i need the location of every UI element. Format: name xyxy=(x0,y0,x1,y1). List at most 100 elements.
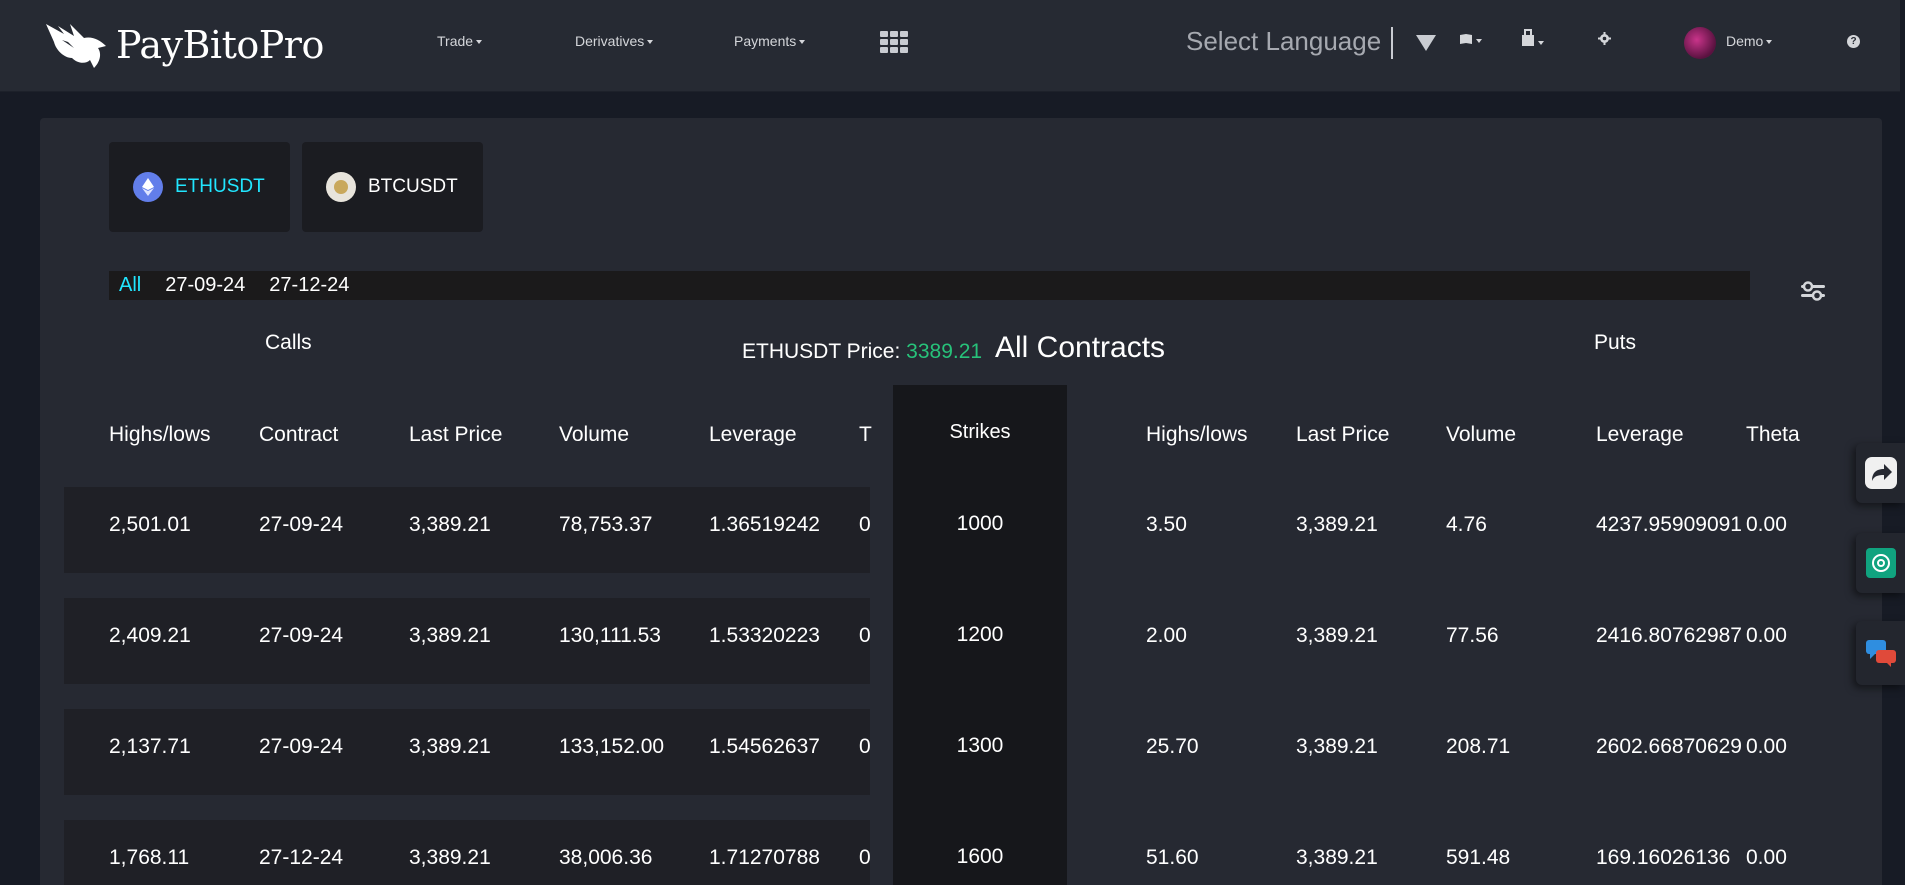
nav-trade[interactable]: Trade xyxy=(437,33,483,49)
settings-button[interactable] xyxy=(1598,32,1611,49)
call-last-price: 3,389.21 xyxy=(409,735,491,758)
put-highs-lows: 3.50 xyxy=(1146,513,1187,536)
chatgpt-icon xyxy=(1865,548,1896,578)
book-icon xyxy=(1460,34,1472,44)
call-last-price: 3,389.21 xyxy=(409,513,491,536)
call-contract: 27-12-24 xyxy=(259,846,344,869)
chevron-down-icon xyxy=(647,40,654,45)
call-contract: 27-09-24 xyxy=(259,624,344,647)
expiry-tab-27-09-24[interactable]: 27-09-24 xyxy=(165,274,245,297)
put-theta: 0.00 xyxy=(1746,624,1787,647)
put-highs-lows: 51.60 xyxy=(1146,846,1199,869)
put-theta: 0.00 xyxy=(1746,513,1787,536)
pair-label: BTCUSDT xyxy=(368,176,458,197)
puts-header-theta: Theta xyxy=(1746,423,1800,446)
call-highs-lows: 1,768.11 xyxy=(109,846,190,869)
puts-header-highs-lows: Highs/lows xyxy=(1146,423,1248,446)
put-last-price: 3,389.21 xyxy=(1296,624,1378,647)
chevron-down-icon xyxy=(799,40,806,45)
ethereum-icon xyxy=(133,172,163,202)
wallet-menu[interactable] xyxy=(1521,29,1544,51)
call-volume: 130,111.53 xyxy=(559,624,661,647)
call-volume: 78,753.37 xyxy=(559,513,653,536)
pair-tab-ethusdt[interactable]: ETHUSDT xyxy=(109,142,290,232)
calls-header-volume: Volume xyxy=(559,423,630,446)
chevron-down-icon xyxy=(1766,40,1773,45)
call-last-price: 3,389.21 xyxy=(409,624,491,647)
call-leverage: 1.53320223 xyxy=(709,624,820,647)
call-volume: 38,006.36 xyxy=(559,846,653,869)
puts-title: Puts xyxy=(1594,331,1637,354)
expiry-tab-27-12-24[interactable]: 27-12-24 xyxy=(269,274,349,297)
nav-payments[interactable]: Payments xyxy=(734,33,806,49)
call-highs-lows: 2,409.21 xyxy=(109,624,191,647)
price-value: 3389.21 xyxy=(906,340,983,363)
put-last-price: 3,389.21 xyxy=(1296,846,1378,869)
sliders-icon[interactable] xyxy=(1800,280,1826,302)
calls-header-leverage: Leverage xyxy=(709,423,797,446)
strike-value[interactable]: 1300 xyxy=(893,734,1067,758)
puts-header-volume: Volume xyxy=(1446,423,1517,446)
chatgpt-button[interactable] xyxy=(1856,533,1905,593)
pair-tab-btcusdt[interactable]: BTCUSDT xyxy=(302,142,483,232)
language-selector[interactable]: Select Language xyxy=(1186,26,1381,57)
chat-bubbles-icon xyxy=(1865,640,1896,667)
put-volume: 591.48 xyxy=(1446,846,1511,869)
puts-header-last-price: Last Price xyxy=(1296,423,1390,446)
strikes-header: Strikes xyxy=(949,421,1011,443)
brand-name: PayBitoPro xyxy=(116,23,324,67)
chevron-down-icon xyxy=(476,40,483,45)
calls-header-highs-lows: Highs/lows xyxy=(109,423,211,446)
calls-header-contract: Contract xyxy=(259,423,339,446)
call-theta: 0 xyxy=(859,846,871,869)
share-icon xyxy=(1864,457,1897,489)
eagle-logo-icon xyxy=(46,24,106,68)
call-last-price: 3,389.21 xyxy=(409,846,491,869)
share-button[interactable] xyxy=(1856,443,1905,503)
call-leverage: 1.71270788 xyxy=(709,846,820,869)
avatar[interactable] xyxy=(1684,27,1716,59)
user-menu[interactable]: Demo xyxy=(1726,33,1773,49)
put-highs-lows: 2.00 xyxy=(1146,624,1187,647)
calls-header-theta: T xyxy=(859,423,872,446)
call-theta: 0 xyxy=(859,513,871,536)
bag-icon xyxy=(1522,29,1534,46)
calls-header-last-price: Last Price xyxy=(409,423,503,446)
put-leverage: 4237.95909091 xyxy=(1596,513,1742,536)
help-icon[interactable]: ? xyxy=(1847,35,1860,48)
nav-derivatives[interactable]: Derivatives xyxy=(575,33,654,49)
put-leverage: 169.16026136 xyxy=(1596,846,1731,869)
bitcoin-icon xyxy=(326,172,356,202)
brand-logo[interactable]: PayBitoPro xyxy=(44,18,324,72)
dropdown-triangle-icon[interactable] xyxy=(1416,35,1436,51)
call-theta: 0 xyxy=(859,624,871,647)
call-contract: 27-09-24 xyxy=(259,735,344,758)
call-volume: 133,152.00 xyxy=(559,735,665,758)
apps-grid-icon[interactable] xyxy=(880,31,908,53)
expiry-tab-all[interactable]: All xyxy=(119,274,141,297)
call-leverage: 1.54562637 xyxy=(709,735,820,758)
chat-button[interactable] xyxy=(1856,621,1905,685)
book-menu[interactable] xyxy=(1459,32,1482,49)
top-header: PayBitoPro Trade Derivatives Payments Se… xyxy=(0,0,1900,92)
gear-icon xyxy=(1598,32,1611,45)
strike-value[interactable]: 1000 xyxy=(893,512,1067,536)
put-leverage: 2416.80762987 xyxy=(1596,624,1742,647)
put-theta: 0.00 xyxy=(1746,846,1787,869)
put-volume: 77.56 xyxy=(1446,624,1499,647)
put-last-price: 3,389.21 xyxy=(1296,735,1378,758)
call-highs-lows: 2,501.01 xyxy=(109,513,191,536)
strikes-column: Strikes 1000 1200 1300 1600 xyxy=(893,385,1067,885)
put-volume: 208.71 xyxy=(1446,735,1511,758)
call-highs-lows: 2,137.71 xyxy=(109,735,191,758)
put-last-price: 3,389.21 xyxy=(1296,513,1378,536)
call-theta: 0 xyxy=(859,735,871,758)
put-volume: 4.76 xyxy=(1446,513,1487,536)
chevron-down-icon xyxy=(1538,41,1544,46)
call-leverage: 1.36519242 xyxy=(709,513,820,536)
strike-value[interactable]: 1600 xyxy=(893,845,1067,869)
divider xyxy=(1391,27,1393,59)
chevron-down-icon xyxy=(1476,39,1482,44)
put-highs-lows: 25.70 xyxy=(1146,735,1199,758)
strike-value[interactable]: 1200 xyxy=(893,623,1067,647)
